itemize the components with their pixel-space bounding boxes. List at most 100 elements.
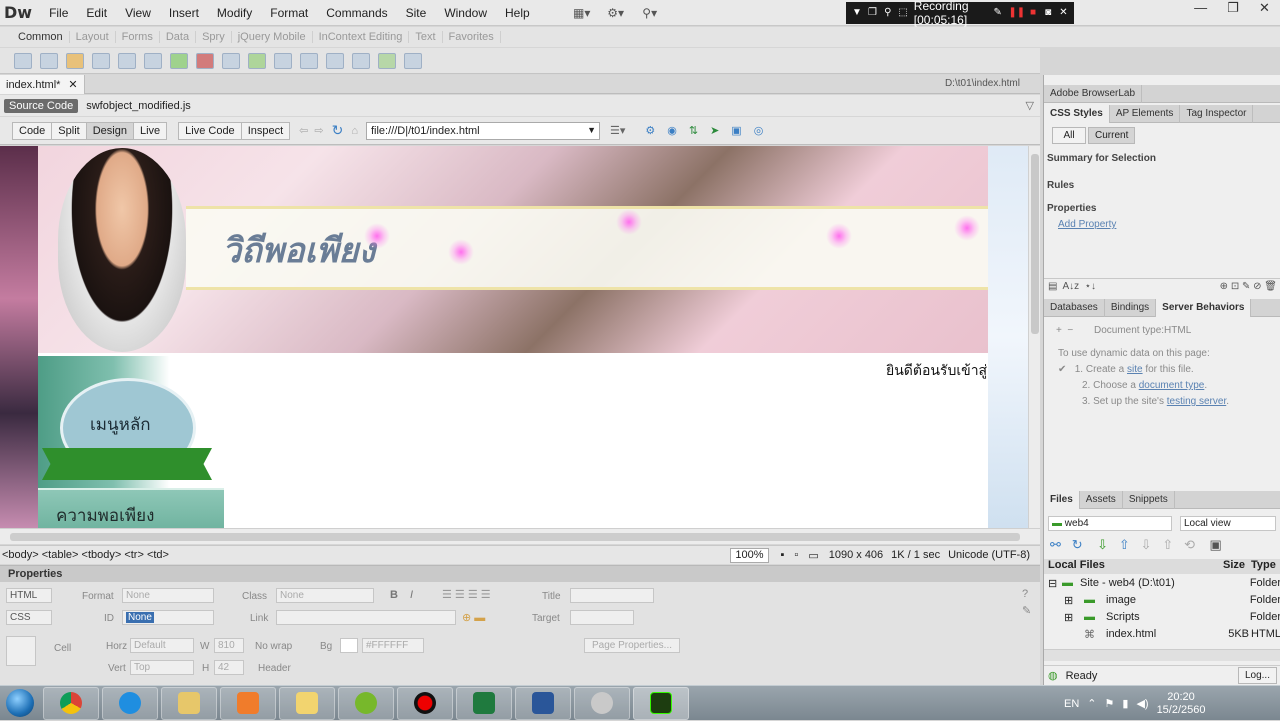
insert-tab-favorites[interactable]: Favorites [443, 31, 501, 43]
bg-color-field[interactable]: #FFFFFF [362, 638, 424, 653]
window-size[interactable]: 1090 x 406 [829, 549, 883, 561]
show-categories-icon[interactable]: ▤ [1048, 281, 1057, 292]
media-player-button[interactable] [220, 686, 276, 720]
code-view-button[interactable]: Code [12, 121, 53, 140]
horizontal-scrollbar[interactable] [0, 528, 1040, 544]
browserlab-header[interactable]: Adobe BrowserLab [1044, 84, 1280, 103]
email-link-icon[interactable] [40, 52, 58, 69]
close-icon[interactable]: ✕ [1059, 7, 1068, 19]
get-files-icon[interactable]: ⇩ [1097, 537, 1108, 552]
site-select[interactable]: ▬ web4 [1048, 516, 1172, 531]
hand-tool-icon[interactable]: ▫ [794, 549, 798, 561]
tab-tag-inspector[interactable]: Tag Inspector [1180, 104, 1254, 123]
help-icon[interactable]: ? [1022, 588, 1028, 600]
menu-window[interactable]: Window [435, 6, 496, 20]
table-icon[interactable] [118, 52, 136, 69]
language-indicator[interactable]: EN [1064, 698, 1079, 710]
maximize-icon[interactable]: ❐ [1227, 0, 1239, 18]
tray-arrow-icon[interactable]: ⌃ [1087, 697, 1096, 710]
refresh-files-icon[interactable]: ↻ [1072, 537, 1083, 552]
chrome-button[interactable] [43, 686, 99, 720]
zoom-icon[interactable]: ⚲ [883, 7, 892, 19]
testing-server-link[interactable]: testing server [1167, 396, 1226, 407]
insert-div-icon[interactable] [144, 52, 162, 69]
menu-commands[interactable]: Commands [317, 6, 396, 20]
add-property-link[interactable]: Add Property [1058, 219, 1116, 230]
start-button[interactable] [0, 686, 40, 720]
disc-button[interactable] [574, 686, 630, 720]
format-select[interactable]: None [122, 588, 214, 603]
tab-index-html[interactable]: index.html* ✕ [0, 75, 85, 94]
date-icon[interactable] [222, 52, 240, 69]
script-icon[interactable] [326, 52, 344, 69]
menu-help[interactable]: Help [496, 6, 539, 20]
menu-insert[interactable]: Insert [160, 6, 208, 20]
related-file-link[interactable]: swfobject_modified.js [86, 100, 191, 112]
local-files-header[interactable]: Local Files [1044, 559, 1223, 574]
filter-icon[interactable]: ▽ [1026, 99, 1034, 112]
gear-icon[interactable]: ⚙▾ [603, 5, 629, 21]
image-icon[interactable] [170, 52, 188, 69]
split-view-button[interactable]: Split [51, 121, 87, 140]
file-management-icon[interactable]: ⇅ [689, 124, 698, 137]
tab-server-behaviors[interactable]: Server Behaviors [1156, 298, 1252, 317]
back-icon[interactable]: ⇦ [299, 124, 308, 137]
view-select[interactable]: Local view [1180, 516, 1276, 531]
comment-icon[interactable] [274, 52, 292, 69]
expand-icon[interactable]: ⊞ [1064, 594, 1084, 611]
menu-view[interactable]: View [116, 6, 160, 20]
pause-icon[interactable]: ❚❚ [1008, 7, 1025, 19]
flag-icon[interactable]: ⚑ [1105, 697, 1115, 710]
insert-tab-data[interactable]: Data [160, 31, 197, 43]
volume-icon[interactable]: ◀) [1136, 697, 1148, 710]
menu-site[interactable]: Site [397, 6, 436, 20]
merge-cells-icon[interactable] [6, 636, 36, 666]
file-row[interactable]: ⊞ ▬ Scripts Folder [1048, 611, 1280, 628]
address-dropdown-icon[interactable]: ▼ [587, 125, 596, 135]
file-row[interactable]: ⌘ index.html 5KB HTML [1048, 628, 1280, 645]
inspect-button[interactable]: Inspect [240, 121, 291, 140]
menu-file[interactable]: File [40, 6, 77, 20]
templates-icon[interactable] [352, 52, 370, 69]
width-field[interactable]: 810 [214, 638, 244, 653]
sort-az-icon[interactable]: A↓z [1062, 281, 1079, 292]
refresh-icon[interactable]: ↻ [332, 122, 344, 139]
explorer-button[interactable] [161, 686, 217, 720]
source-code-button[interactable]: Source Code [4, 98, 79, 113]
tab-assets[interactable]: Assets [1080, 490, 1123, 509]
sync-icon[interactable]: ⟲ [1184, 537, 1195, 552]
dreamweaver-button[interactable] [633, 686, 689, 720]
widget-icon[interactable] [404, 52, 422, 69]
tab-files[interactable]: Files [1044, 490, 1080, 509]
site-icon[interactable]: ⚲▾ [637, 5, 663, 21]
put-files-icon[interactable]: ⇧ [1119, 537, 1130, 552]
close-window-icon[interactable]: ✕ [1259, 0, 1270, 18]
checkout-icon[interactable]: ⇩ [1141, 537, 1152, 552]
type-header[interactable]: Type [1251, 559, 1280, 574]
checkin-icon[interactable]: ⇧ [1162, 537, 1173, 552]
close-tab-icon[interactable]: ✕ [68, 78, 77, 91]
design-view-button[interactable]: Design [85, 121, 134, 140]
excel-button[interactable] [456, 686, 512, 720]
utorrent-button[interactable] [338, 686, 394, 720]
address-field[interactable]: file:///D|/t01/index.html ▼ [365, 121, 600, 140]
folder-button[interactable] [279, 686, 335, 720]
forward-icon[interactable]: ⇨ [314, 124, 323, 137]
scroll-thumb[interactable] [1031, 154, 1039, 334]
region-icon[interactable]: ⬚ [898, 7, 907, 19]
insert-tab-jquery-mobile[interactable]: jQuery Mobile [232, 31, 313, 43]
list-icon[interactable]: ☰ ☰ ☰ ☰ [442, 588, 491, 601]
select-tool-icon[interactable]: ▪ [781, 549, 785, 561]
connect-icon[interactable]: ⚯ [1050, 537, 1061, 552]
page-options-icon[interactable]: ☰▾ [610, 124, 625, 137]
media-icon[interactable] [196, 52, 214, 69]
current-button[interactable]: Current [1088, 127, 1136, 144]
head-icon[interactable] [300, 52, 318, 69]
expand-icon[interactable]: ▣ [1209, 537, 1221, 552]
tag-selector[interactable]: <body> <table> <tbody> <tr> <td> [2, 549, 730, 561]
dropdown-icon[interactable]: ▼ [852, 7, 862, 19]
collapse-icon[interactable]: ⊟ [1048, 577, 1062, 594]
menu-item[interactable]: ความพอเพียง [38, 488, 224, 528]
live-code-button[interactable]: Live Code [178, 121, 242, 140]
html-button[interactable]: HTML [6, 588, 52, 603]
